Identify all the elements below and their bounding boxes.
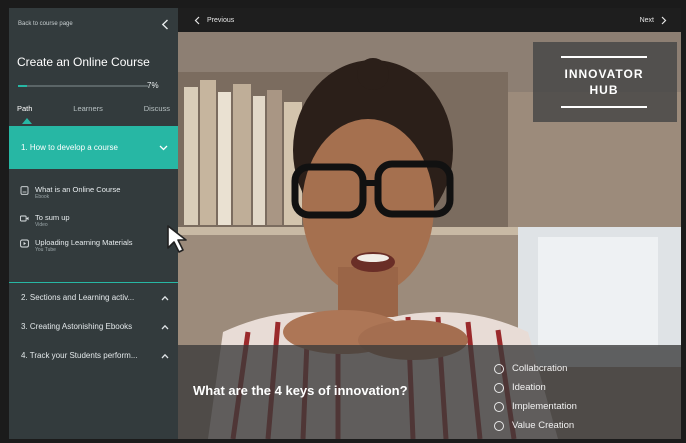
app-frame: Back to course page Create an Online Cou… [0,0,686,443]
quiz-option[interactable]: Ideation [494,382,546,393]
lesson-title: What is an Online Course [35,185,121,194]
logo-line2: HUB [589,83,619,97]
quiz-option-label: Ideation [512,382,546,393]
chevron-up-icon [161,324,169,329]
chevron-up-icon [161,295,169,300]
section-label: 4. Track your Students perform... [21,351,138,360]
section-2-header[interactable]: 2. Sections and Learning activ... [21,293,169,302]
next-button[interactable]: Next [640,16,667,25]
quiz-option-label: Implementation [512,401,577,412]
chevron-right-icon [661,16,667,24]
course-progress-bar [18,85,148,87]
radio-button[interactable] [494,401,504,412]
sidebar-header: Back to course page [18,17,170,31]
chevron-down-icon [159,145,168,150]
lesson-item[interactable]: To sum up Video [20,213,70,229]
next-label: Next [639,16,654,24]
course-sidebar: Back to course page Create an Online Cou… [9,8,178,439]
logo-line1: INNOVATOR [564,67,644,81]
logo-frame: INNOVATOR HUB [561,56,647,108]
lesson-type: You Tube [35,247,56,253]
section-4-header[interactable]: 4. Track your Students perform... [21,351,169,360]
radio-button[interactable] [494,420,504,431]
ebook-icon [20,186,29,195]
lesson-title: Uploading Learning Materials [35,238,133,247]
quiz-option[interactable]: Implementation [494,401,577,412]
sidebar-tabs: Path Learners Discuss [17,104,170,124]
innovator-hub-logo: INNOVATOR HUB [533,42,677,122]
course-title: Create an Online Course [17,55,150,69]
tab-path-label: Path [17,104,33,113]
quiz-option[interactable]: Value Creation [494,420,574,431]
quiz-option-label: Collabcration [512,363,568,374]
section-divider [9,282,178,283]
active-tab-indicator [22,118,32,124]
video-icon [20,215,29,222]
chevron-left-icon[interactable] [160,18,170,30]
chevron-left-icon [194,16,200,24]
radio-button[interactable] [494,363,504,374]
section-1-label: 1. How to develop a course [21,143,118,152]
radio-button[interactable] [494,382,504,393]
mouse-cursor-icon [167,225,187,253]
lesson-title: To sum up [35,213,70,222]
video-player[interactable]: Previous Next INNOVATOR HUB What are the… [178,8,681,439]
course-progress-percent: 7% [147,81,159,90]
tab-discuss[interactable]: Discuss [144,104,170,113]
tab-path[interactable]: Path [17,104,33,124]
previous-button[interactable]: Previous [194,16,234,25]
section-3-header[interactable]: 3. Creating Astonishing Ebooks [21,322,169,331]
quiz-option-label: Value Creation [512,420,575,431]
lesson-type: Video [35,222,48,228]
lesson-type: Ebook [35,194,50,200]
section-1-header[interactable]: 1. How to develop a course [9,126,178,169]
quiz-option[interactable]: Collabcration [494,363,567,374]
course-progress-fill [18,85,28,87]
lesson-nav-bar: Previous Next [178,8,681,32]
quiz-question: What are the 4 keys of innovation? [193,383,408,398]
previous-label: Previous [207,16,235,24]
tab-learners[interactable]: Learners [73,104,103,113]
lesson-item[interactable]: What is an Online Course Ebook [20,185,120,201]
section-label: 3. Creating Astonishing Ebooks [21,322,133,331]
back-to-course-link[interactable]: Back to course page [18,21,73,27]
lesson-item[interactable]: Uploading Learning Materials You Tube [20,238,133,254]
youtube-icon [20,239,29,248]
chevron-up-icon [161,353,169,358]
section-label: 2. Sections and Learning activ... [21,293,135,302]
